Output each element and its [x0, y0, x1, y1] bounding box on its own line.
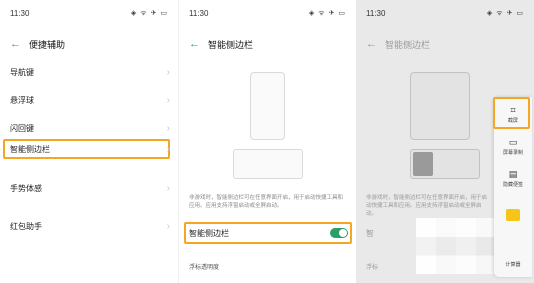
settings-panel-convenience: 11:30 ◈ ᯤ ✈ ▭ ← 便捷辅助 导航键 › 悬浮球 › 闪回键 › 智… — [0, 0, 178, 283]
list-item-label: 闪回键 — [10, 123, 34, 133]
sidebar-item-notes[interactable]: ▤ 隐藏便签 — [494, 169, 532, 188]
page-title: 智能侧边栏 — [208, 39, 254, 50]
chevron-right-icon: › — [166, 94, 170, 106]
list-item-smart-sidebar[interactable]: 智能侧边栏 › — [10, 141, 170, 157]
page-title: 便捷辅助 — [29, 39, 66, 50]
status-icons: ◈ ᯤ ✈ ▭ — [486, 10, 524, 17]
status-bar: 11:30 ◈ ᯤ ✈ ▭ — [10, 9, 168, 21]
status-time: 11:30 — [366, 9, 386, 18]
list-item-gesture[interactable]: 手势体感 › — [10, 180, 170, 196]
page-header: ← 智能侧边栏 — [189, 36, 253, 52]
list-item-nav-keys[interactable]: 导航键 › — [10, 64, 170, 80]
sidebar-item-calculator[interactable]: 计算器 — [494, 261, 532, 268]
sidebar-item-screen-record[interactable]: ▭ 屏幕录制 — [494, 137, 532, 156]
status-time: 11:30 — [10, 9, 30, 18]
feature-description: 非游戏时，智能侧边栏可在任意界面开启，用于启动快捷工具和应用。应用支持浮窗启动或… — [189, 195, 344, 209]
status-icons: ◈ ᯤ ✈ ▭ — [308, 10, 346, 17]
status-icons: ◈ ᯤ ✈ ▭ — [130, 10, 168, 17]
portrait-phone-illustration — [250, 72, 285, 140]
sidebar-item-label: 屏幕录制 — [502, 150, 523, 156]
sidebar-item-folder[interactable] — [494, 209, 532, 221]
status-bar: 11:30 ◈ ᯤ ✈ ▭ — [366, 9, 524, 21]
chevron-right-icon: › — [166, 220, 170, 232]
landscape-phone-illustration — [233, 149, 303, 179]
list-item-label: 红包助手 — [10, 221, 42, 231]
settings-panel-smart-sidebar: 11:30 ◈ ᯤ ✈ ▭ ← 智能侧边栏 非游戏时，智能侧边栏可在任意界面开启… — [178, 0, 356, 283]
opacity-subheading: 浮标 — [366, 265, 379, 271]
page-header: ← 智能侧边栏 — [366, 36, 430, 52]
chevron-right-icon: › — [166, 143, 170, 155]
smart-sidebar-toggle-row[interactable]: 智能侧边栏 — [189, 225, 348, 241]
sidebar-item-label: 隐藏便签 — [502, 182, 523, 188]
folder-icon — [506, 209, 520, 221]
status-time: 11:30 — [189, 9, 209, 18]
feature-description: 非游戏时，智能侧边栏可在任意界面开启，用于启动快捷工具和应用。应用支持浮窗启动或… — [366, 195, 488, 217]
sidebar-item-label: 计算器 — [505, 262, 521, 268]
list-item-label: 手势体感 — [10, 183, 42, 193]
sidebar-open-preview: 11:30 ◈ ᯤ ✈ ▭ ← 智能侧边栏 非游戏时，智能侧边栏可在任意界面开启… — [356, 0, 534, 283]
highlight-box — [493, 97, 530, 129]
list-item-red-packet[interactable]: 红包助手 › — [10, 218, 170, 234]
list-item-label: 导航键 — [10, 67, 34, 77]
chevron-right-icon: › — [166, 122, 170, 134]
chevron-right-icon: › — [166, 182, 170, 194]
opacity-subheading: 浮标透明度 — [189, 265, 220, 271]
list-item-flashback-key[interactable]: 闪回键 › — [10, 120, 170, 136]
toggle-label: 智能侧边栏 — [189, 228, 229, 238]
back-arrow-icon[interactable]: ← — [366, 38, 377, 50]
screen-record-icon: ▭ — [508, 137, 518, 147]
toggle-label: 智 — [366, 228, 374, 238]
split-pane-shape — [413, 152, 433, 176]
list-item-label: 智能侧边栏 — [10, 144, 50, 154]
note-icon: ▤ — [508, 169, 518, 179]
back-arrow-icon[interactable]: ← — [10, 38, 21, 50]
portrait-phone-illustration — [410, 72, 470, 140]
landscape-phone-illustration — [410, 149, 480, 179]
blurred-mosaic — [416, 218, 496, 274]
status-bar: 11:30 ◈ ᯤ ✈ ▭ — [189, 9, 346, 21]
back-arrow-icon[interactable]: ← — [189, 38, 200, 50]
list-item-floating-ball[interactable]: 悬浮球 › — [10, 92, 170, 108]
page-title: 智能侧边栏 — [385, 39, 431, 50]
page-header: ← 便捷辅助 — [10, 36, 65, 52]
list-item-label: 悬浮球 — [10, 95, 34, 105]
smart-sidebar-toggle[interactable] — [330, 228, 348, 238]
chevron-right-icon: › — [166, 66, 170, 78]
